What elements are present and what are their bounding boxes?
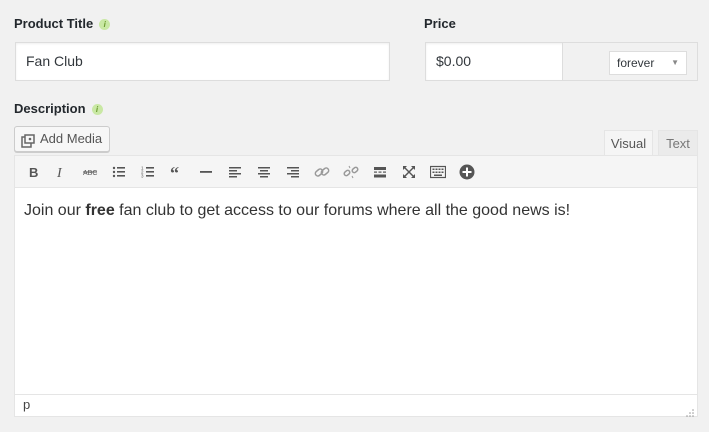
tab-visual[interactable]: Visual (604, 130, 653, 156)
editor-toolbar: B I ABC 1 2 3 “ (15, 156, 697, 188)
product-title-label: Product Title i (14, 16, 111, 31)
info-icon[interactable]: i (99, 19, 111, 31)
horizontal-line-icon[interactable] (195, 161, 217, 183)
align-left-icon[interactable] (224, 161, 246, 183)
blockquote-icon[interactable]: “ (166, 161, 188, 183)
fullscreen-icon[interactable] (398, 161, 420, 183)
editor: B I ABC 1 2 3 “ Join our free fan club t… (14, 155, 698, 417)
product-title-input[interactable]: Fan Club (15, 42, 390, 81)
chevron-down-icon: ▼ (671, 58, 679, 67)
tab-text[interactable]: Text (658, 130, 698, 156)
svg-text:3: 3 (141, 174, 144, 179)
price-value: $0.00 (436, 53, 472, 69)
align-right-icon[interactable] (282, 161, 304, 183)
svg-text:ABC: ABC (83, 170, 97, 177)
description-label: Description i (14, 101, 103, 116)
price-label: Price (424, 16, 456, 31)
media-icon (21, 132, 35, 148)
element-path[interactable]: p (23, 397, 30, 412)
strikethrough-icon[interactable]: ABC (79, 161, 101, 183)
svg-text:I: I (56, 166, 63, 179)
content-text: Join our (24, 202, 86, 219)
product-title-label-text: Product Title (14, 16, 94, 31)
insert-link-icon[interactable] (311, 161, 333, 183)
price-period-value: forever (617, 56, 655, 70)
description-label-text: Description (14, 101, 86, 116)
resize-handle-icon[interactable] (685, 404, 695, 417)
svg-text:B: B (29, 165, 38, 179)
price-label-text: Price (424, 16, 456, 31)
toolbar-toggle-icon[interactable] (427, 161, 449, 183)
add-media-button[interactable]: Add Media (14, 126, 111, 152)
editor-content[interactable]: Join our free fan club to get access to … (24, 202, 570, 220)
content-text: fan club to get access to our forums whe… (114, 202, 571, 219)
bold-icon[interactable]: B (22, 161, 44, 183)
read-more-icon[interactable] (369, 161, 391, 183)
remove-link-icon[interactable] (340, 161, 362, 183)
content-bold-text: free (85, 202, 115, 219)
bulleted-list-icon[interactable] (108, 161, 130, 183)
price-period-select[interactable]: forever ▼ (609, 51, 687, 75)
align-center-icon[interactable] (253, 161, 275, 183)
info-icon[interactable]: i (91, 104, 103, 116)
add-media-label: Add Media (40, 131, 103, 146)
add-icon[interactable] (456, 161, 478, 183)
svg-text:“: “ (170, 165, 179, 179)
editor-statusbar: p (15, 394, 697, 417)
numbered-list-icon[interactable]: 1 2 3 (137, 161, 159, 183)
italic-icon[interactable]: I (50, 161, 72, 183)
